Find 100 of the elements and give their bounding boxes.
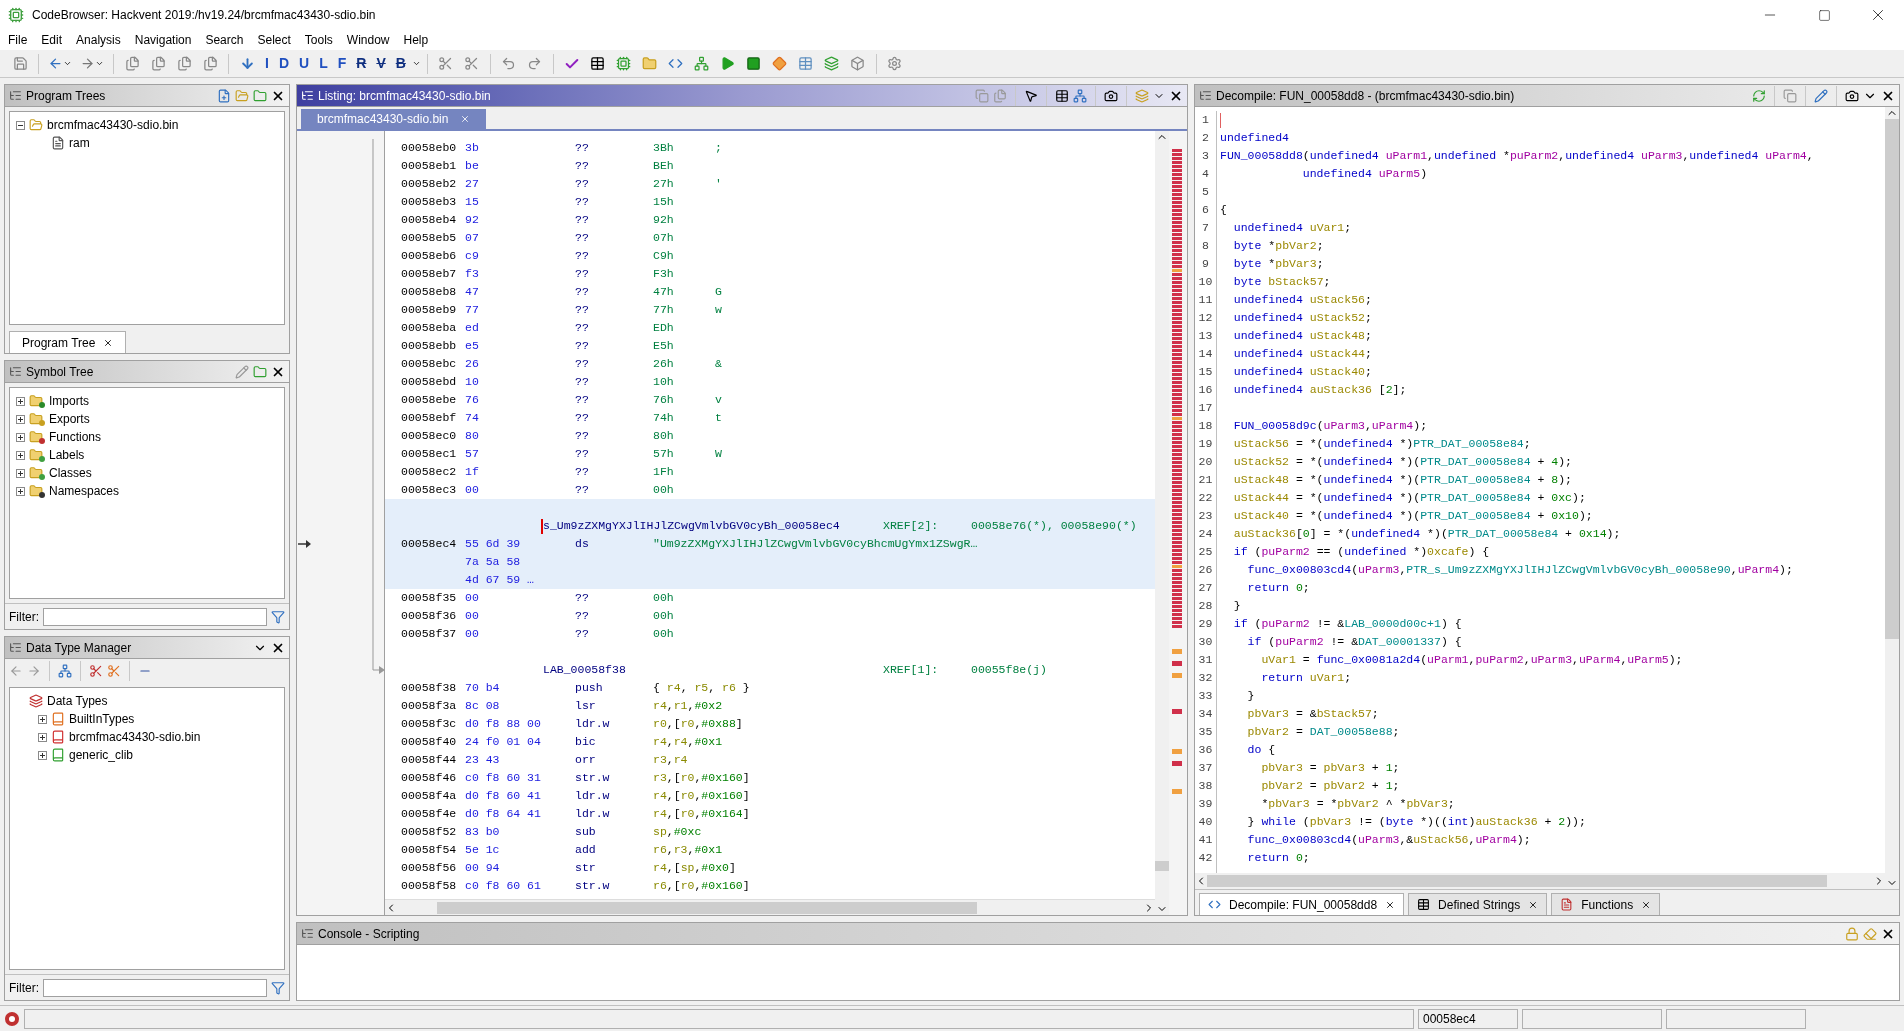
network-icon[interactable] — [1073, 88, 1087, 103]
code-line: byte *pbVar2; — [1232, 238, 1324, 254]
tree-item[interactable]: brcmfmac43430-sdio.bin — [47, 116, 179, 134]
lock-icon[interactable] — [1845, 926, 1859, 941]
edit-icon[interactable] — [1814, 88, 1828, 103]
close-icon[interactable] — [1385, 899, 1396, 910]
cursor-icon[interactable] — [1024, 88, 1038, 103]
expand-icon[interactable] — [16, 396, 25, 406]
close-icon[interactable] — [103, 337, 114, 348]
scissors-icon[interactable] — [107, 664, 121, 678]
folder-icon — [29, 484, 45, 498]
tree-item[interactable]: Imports — [49, 392, 89, 410]
tree-item[interactable]: generic_clib — [69, 746, 134, 764]
close-icon[interactable] — [1528, 899, 1539, 910]
xref-list: 00055f8e(j) — [971, 661, 1047, 679]
menu-item[interactable]: Analysis — [76, 31, 121, 49]
menu-item[interactable]: Select — [257, 31, 291, 49]
panel-tab[interactable]: Defined Strings — [1408, 893, 1548, 915]
menu-item[interactable]: Navigation — [134, 31, 192, 49]
navigate-button[interactable]: V — [372, 51, 390, 76]
navigate-button[interactable]: R — [352, 51, 371, 76]
filter-field[interactable] — [43, 978, 267, 997]
menu-caret-icon[interactable] — [411, 59, 421, 68]
pencil-icon[interactable] — [235, 364, 249, 379]
scissors-icon[interactable] — [89, 664, 103, 678]
menu-item[interactable]: Tools — [304, 31, 333, 49]
menu-item[interactable]: File — [8, 31, 28, 49]
line-number: 32 — [1197, 670, 1214, 686]
char-comment: G — [715, 284, 722, 301]
book-icon — [51, 712, 65, 726]
tree-item[interactable]: Namespaces — [49, 482, 120, 500]
scrollbar-thumb[interactable] — [437, 901, 977, 914]
operand: r4,[r0,#0x164] — [653, 806, 750, 823]
address: 00058ebe — [401, 392, 458, 409]
bytes: 74 — [465, 410, 480, 427]
operand: 15h — [653, 194, 675, 211]
menu-item[interactable]: Search — [205, 31, 244, 49]
panel-title: Listing: brcmfmac43430-sdio.bin — [318, 87, 491, 105]
bytes: 76 — [465, 392, 480, 409]
scrollbar-thumb[interactable] — [1155, 861, 1169, 871]
filter-field[interactable] — [43, 607, 267, 626]
code-line: return 0; — [1246, 580, 1310, 596]
code-line: func_0x00803cd4(uParm3,PTR_s_Um9zZXMgYXJlIHJlZCwgVmlvbGV0cyBh_00058e90,uParm4); — [1246, 562, 1793, 578]
expand-icon[interactable] — [38, 750, 47, 760]
collapse-icon[interactable] — [16, 120, 25, 130]
code-line: } while (pbVar3 != (byte *)((int)auStack36 + 2)); — [1246, 814, 1586, 830]
filter-icon[interactable] — [271, 980, 285, 995]
panel-tab[interactable]: Program Tree — [9, 331, 127, 353]
table-icon[interactable] — [1055, 88, 1069, 103]
panel-tab[interactable]: Functions — [1551, 893, 1661, 915]
tree-item[interactable]: BuiltInTypes — [69, 710, 135, 728]
tree-item[interactable]: Functions — [49, 428, 102, 446]
expand-icon[interactable] — [16, 486, 25, 496]
expand-icon[interactable] — [38, 714, 47, 724]
new-tree-icon[interactable] — [217, 88, 231, 103]
file-tab[interactable]: brcmfmac43430-sdio.bin — [301, 109, 487, 129]
expand-icon[interactable] — [16, 468, 25, 478]
folder-icon[interactable] — [235, 88, 249, 103]
snapshot-icon[interactable] — [1845, 88, 1859, 103]
refresh-icon[interactable] — [1752, 88, 1766, 103]
code-icon — [1208, 898, 1221, 911]
scrollbar-thumb[interactable] — [1207, 875, 1827, 887]
code-line: pbVar2 = DAT_00058e88; — [1246, 724, 1400, 740]
expand-icon[interactable] — [16, 414, 25, 424]
document-icon — [51, 136, 65, 150]
panel-tab[interactable]: Decompile: FUN_00058dd8 — [1199, 893, 1405, 915]
mnemonic: ?? — [575, 176, 590, 193]
tree-item[interactable]: Data Types — [47, 692, 108, 710]
navigate-button[interactable]: F — [333, 51, 351, 76]
address: 00058eba — [401, 320, 458, 337]
tree-item[interactable]: ram — [69, 134, 90, 152]
tree-item[interactable]: brcmfmac43430-sdio.bin — [69, 728, 201, 746]
address: 00058f35 — [401, 590, 458, 607]
forward-icon[interactable] — [27, 664, 41, 678]
navigate-button[interactable]: B — [391, 51, 410, 76]
expand-icon[interactable] — [38, 732, 47, 742]
expand-icon[interactable] — [16, 450, 25, 460]
close-icon[interactable] — [1641, 899, 1652, 910]
navigate-button[interactable]: L — [315, 51, 332, 76]
menu-item[interactable]: Edit — [41, 31, 63, 49]
menu-item[interactable]: Help — [403, 31, 429, 49]
expand-icon[interactable] — [16, 432, 25, 442]
navigate-button[interactable]: I — [261, 51, 273, 76]
address: 00058f56 — [401, 860, 458, 877]
navigate-button[interactable]: U — [295, 51, 314, 76]
copy-icon[interactable] — [1783, 88, 1797, 103]
tree-item[interactable]: Labels — [49, 446, 85, 464]
line-number: 36 — [1197, 742, 1214, 758]
back-icon[interactable] — [9, 664, 23, 678]
scrollbar-thumb[interactable] — [1885, 119, 1899, 639]
filter-icon[interactable] — [271, 609, 285, 624]
snapshot-icon[interactable] — [1104, 88, 1118, 103]
menu-item[interactable]: Window — [346, 31, 390, 49]
line-number: 19 — [1197, 436, 1214, 452]
tree-item[interactable]: Classes — [49, 464, 92, 482]
network-icon[interactable] — [58, 664, 72, 678]
navigate-button[interactable]: D — [274, 51, 293, 76]
xref-list: 00058e76(*), 00058e90(*) — [971, 517, 1137, 535]
panel-icon — [9, 641, 22, 654]
tree-item[interactable]: Exports — [49, 410, 90, 428]
